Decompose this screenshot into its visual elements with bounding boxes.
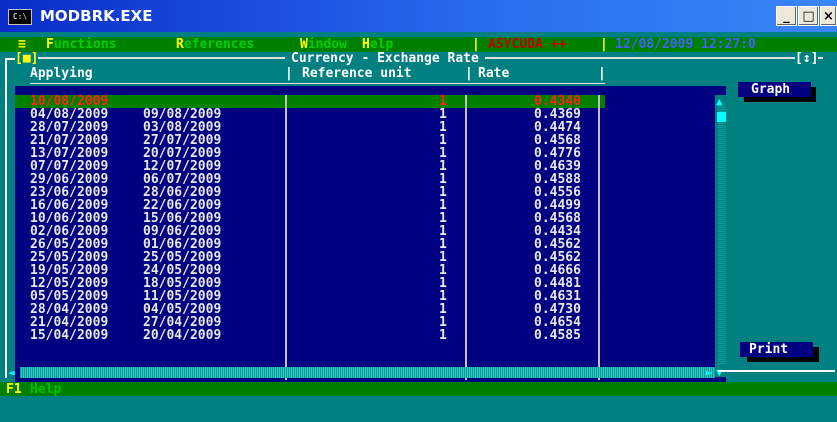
window-titlebar[interactable]: C:\ MODBRK.EXE _ □ × — [0, 0, 837, 32]
f1-key[interactable]: F1 — [6, 383, 22, 396]
system-menu-icon[interactable]: ≡ — [18, 38, 26, 51]
cell-applying-to: 20/04/2009 — [143, 328, 222, 343]
close-button[interactable]: × — [820, 6, 837, 26]
exchange-rate-table: 10/08/2009 1 0.4340 04/08/2009 09/08/2009 1 0.… — [15, 95, 605, 380]
status-app-name: ASYCUDA ++ — [488, 37, 567, 52]
column-divider — [598, 95, 600, 380]
frame-border — [5, 58, 7, 378]
frame-resize-icon[interactable]: [↕] — [795, 52, 819, 65]
frame-bottom-line — [718, 370, 835, 372]
menu-bar: ≡ Functions References Window Help | ASY… — [0, 37, 837, 52]
table-row[interactable]: 15/04/2009 20/04/2009 1 0.4585 — [15, 329, 605, 342]
function-key-bar: F1 Help — [0, 382, 837, 396]
column-header-applying: Applying — [30, 66, 93, 81]
horizontal-scrollbar[interactable] — [20, 367, 715, 378]
graph-button[interactable]: Graph — [738, 82, 811, 97]
print-button[interactable]: Print — [740, 342, 813, 357]
cell-rate: 0.4585 — [534, 328, 581, 343]
menu-window[interactable]: Window — [300, 38, 347, 51]
column-header-divider: | — [465, 66, 473, 81]
screen-title: Currency - Exchange Rate — [285, 52, 485, 65]
column-header-divider: | — [285, 66, 293, 81]
vertical-scroll-track[interactable] — [718, 107, 726, 365]
frame-close-icon[interactable]: [■] — [15, 52, 39, 65]
f1-help-label[interactable]: Help — [30, 383, 61, 396]
menu-functions[interactable]: Functions — [46, 38, 116, 51]
header-underline — [30, 83, 605, 84]
column-header-divider: | — [598, 66, 606, 81]
menu-help[interactable]: Help — [362, 38, 393, 51]
column-header-reference-unit: Reference unit — [302, 66, 412, 81]
cell-applying: 15/04/2009 — [30, 328, 109, 343]
cell-reference-unit: 1 — [439, 328, 447, 343]
scroll-down-arrow-icon[interactable]: ▼ — [716, 367, 723, 378]
column-divider — [465, 95, 467, 380]
column-header-rate: Rate — [478, 66, 510, 81]
column-divider — [285, 95, 287, 380]
action-pane — [726, 86, 837, 382]
window-title: MODBRK.EXE — [40, 7, 153, 25]
menu-separator: | — [600, 37, 608, 52]
console-app-icon: C:\ — [8, 9, 32, 25]
scroll-up-arrow-icon[interactable]: ▲ — [716, 96, 723, 107]
maximize-button[interactable]: □ — [798, 6, 819, 26]
table-header-area: [■] Currency - Exchange Rate [↕] Applyin… — [15, 52, 835, 86]
menu-separator: | — [472, 37, 480, 52]
status-datetime: 12/08/2009 12:27:0 — [615, 37, 756, 52]
menu-references[interactable]: References — [176, 38, 254, 51]
scroll-right-arrow-icon[interactable]: ► — [706, 367, 713, 378]
minimize-button[interactable]: _ — [776, 6, 797, 26]
scroll-left-arrow-icon[interactable]: ◄ — [8, 367, 15, 378]
